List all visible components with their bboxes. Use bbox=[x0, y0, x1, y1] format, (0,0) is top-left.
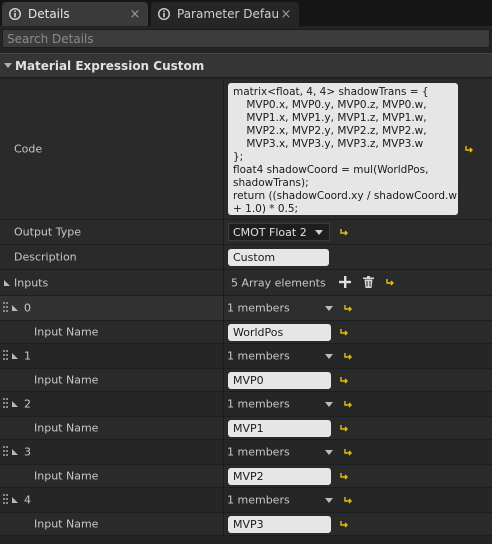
reset-to-default-icon[interactable] bbox=[340, 376, 349, 385]
chevron-down-icon[interactable] bbox=[325, 498, 333, 503]
output-type-value: CMOT Float 2 bbox=[233, 225, 307, 239]
code-textbox[interactable]: matrix<float, 4, 4> shadowTrans = { MVP0… bbox=[228, 83, 458, 215]
reset-to-default-icon[interactable] bbox=[340, 328, 349, 337]
chevron-down-icon bbox=[315, 230, 323, 235]
tab-details-label: Details bbox=[28, 7, 70, 21]
input-name-field[interactable]: WorldPos bbox=[228, 324, 331, 341]
add-element-icon[interactable] bbox=[339, 276, 351, 288]
input-name-field[interactable]: MVP2 bbox=[228, 468, 331, 485]
expand-arrow-icon[interactable] bbox=[12, 353, 18, 359]
reset-to-default-icon[interactable] bbox=[344, 496, 353, 505]
reset-to-default-icon[interactable] bbox=[465, 145, 474, 154]
reset-to-default-icon[interactable] bbox=[340, 424, 349, 433]
inputs-summary: 5 Array elements bbox=[231, 276, 326, 289]
tab-details[interactable]: Details × bbox=[2, 2, 148, 26]
input-element-row: 0 1 members bbox=[0, 296, 492, 321]
output-type-row: Output Type CMOT Float 2 bbox=[0, 220, 492, 245]
input-element-index: 2 bbox=[24, 397, 31, 411]
input-name-label: Input Name bbox=[34, 469, 99, 483]
members-count: 1 members bbox=[227, 445, 290, 459]
expand-arrow-icon[interactable] bbox=[12, 305, 18, 311]
reset-to-default-icon[interactable] bbox=[340, 472, 349, 481]
inputs-row: Inputs 5 Array elements bbox=[0, 270, 492, 296]
input-name-field[interactable]: MVP3 bbox=[228, 516, 331, 533]
category-header[interactable]: Material Expression Custom bbox=[0, 53, 492, 78]
reset-to-default-icon[interactable] bbox=[344, 448, 353, 457]
members-count: 1 members bbox=[227, 493, 290, 507]
input-name-label: Input Name bbox=[34, 517, 99, 531]
chevron-down-icon[interactable] bbox=[325, 402, 333, 407]
tab-parameter-defaults[interactable]: Parameter Defaults × bbox=[151, 2, 299, 26]
input-element-row: 1 1 members bbox=[0, 344, 492, 369]
members-count: 1 members bbox=[227, 301, 290, 315]
drag-handle-icon[interactable] bbox=[3, 446, 9, 458]
code-label: Code bbox=[14, 142, 43, 156]
input-name-field[interactable]: MVP1 bbox=[228, 420, 331, 437]
trash-icon[interactable] bbox=[363, 276, 374, 288]
input-name-row: Input Name MVP1 bbox=[0, 417, 492, 440]
input-name-row: Input Name MVP3 bbox=[0, 513, 492, 536]
inputs-label: Inputs bbox=[14, 276, 49, 289]
tab-bar: Details × Parameter Defaults × bbox=[0, 0, 492, 26]
expand-arrow-icon[interactable] bbox=[12, 401, 18, 407]
chevron-down-icon[interactable] bbox=[325, 354, 333, 359]
reset-to-default-icon[interactable] bbox=[340, 520, 349, 529]
input-name-row: Input Name MVP2 bbox=[0, 465, 492, 488]
input-element-row: 3 1 members bbox=[0, 440, 492, 465]
close-icon[interactable]: × bbox=[279, 7, 293, 22]
output-type-dropdown[interactable]: CMOT Float 2 bbox=[228, 223, 330, 241]
info-icon bbox=[8, 7, 22, 21]
expand-arrow-icon[interactable] bbox=[12, 497, 18, 503]
expand-arrow-icon[interactable] bbox=[4, 279, 10, 286]
description-field[interactable]: Custom bbox=[228, 249, 329, 266]
input-element-row: 4 1 members bbox=[0, 488, 492, 513]
input-name-row: Input Name MVP0 bbox=[0, 369, 492, 392]
chevron-down-icon[interactable] bbox=[325, 306, 333, 311]
input-name-field[interactable]: MVP0 bbox=[228, 372, 331, 389]
input-name-label: Input Name bbox=[34, 325, 99, 339]
chevron-down-icon[interactable] bbox=[325, 450, 333, 455]
members-count: 1 members bbox=[227, 349, 290, 363]
input-name-row: Input Name WorldPos bbox=[0, 321, 492, 344]
close-icon[interactable]: × bbox=[128, 7, 142, 22]
description-row: Description Custom bbox=[0, 245, 492, 270]
info-icon bbox=[157, 7, 171, 21]
input-element-index: 0 bbox=[24, 301, 31, 315]
input-name-label: Input Name bbox=[34, 421, 99, 435]
input-element-index: 1 bbox=[24, 349, 31, 363]
output-type-label: Output Type bbox=[14, 225, 81, 239]
input-element-row: 2 1 members bbox=[0, 392, 492, 417]
drag-handle-icon[interactable] bbox=[3, 350, 9, 362]
members-count: 1 members bbox=[227, 397, 290, 411]
drag-handle-icon[interactable] bbox=[3, 398, 9, 410]
tab-parameter-defaults-label: Parameter Defaults bbox=[177, 7, 279, 21]
chevron-down-icon bbox=[4, 63, 12, 68]
search-input[interactable] bbox=[2, 29, 490, 48]
category-title: Material Expression Custom bbox=[15, 58, 205, 73]
reset-to-default-icon[interactable] bbox=[344, 304, 353, 313]
reset-to-default-icon[interactable] bbox=[344, 400, 353, 409]
reset-to-default-icon[interactable] bbox=[344, 352, 353, 361]
drag-handle-icon[interactable] bbox=[3, 302, 9, 314]
expand-arrow-icon[interactable] bbox=[12, 449, 18, 455]
input-element-index: 4 bbox=[24, 493, 31, 507]
input-name-label: Input Name bbox=[34, 373, 99, 387]
input-element-index: 3 bbox=[24, 445, 31, 459]
reset-to-default-icon[interactable] bbox=[340, 228, 349, 237]
code-row: Code matrix<float, 4, 4> shadowTrans = {… bbox=[0, 79, 492, 220]
reset-to-default-icon[interactable] bbox=[386, 278, 395, 287]
description-label: Description bbox=[14, 250, 77, 264]
drag-handle-icon[interactable] bbox=[3, 494, 9, 506]
